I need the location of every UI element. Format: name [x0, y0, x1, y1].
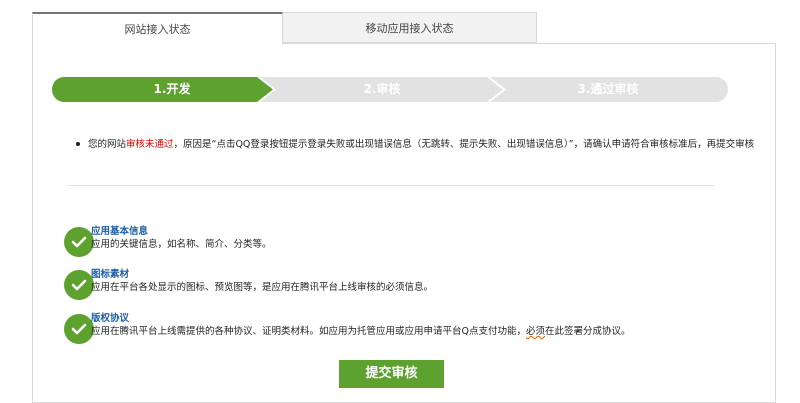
requirement-title[interactable]: 应用基本信息 [91, 223, 148, 237]
check-icon [64, 227, 94, 257]
bullet-icon [76, 141, 80, 146]
requirement-title[interactable]: 版权协议 [91, 310, 129, 324]
requirement-desc: 应用的关键信息，如名称、简介、分类等。 [91, 239, 272, 250]
desc-text: 在此签署分成协议。 [545, 326, 631, 337]
notice-prefix: 您的网站 [88, 139, 127, 150]
step-3-label: 3.通过审核 [577, 82, 639, 96]
requirement-desc: 应用在平台各处显示的图标、预览图等，是应用在腾讯平台上线审核的必须信息。 [91, 282, 434, 293]
step-2-label: 2.审核 [363, 82, 401, 96]
submit-review-button[interactable]: 提交审核 [339, 360, 444, 388]
review-notice: 您的网站审核未通过，原因是“点击QQ登录按钮提示登录失败或出现错误信息（无跳转、… [76, 136, 754, 150]
desc-text: 应用在腾讯平台上线需提供的各种协议、证明类材料。如应用为托管应用或应用申请平台Q… [91, 326, 526, 337]
tab-website-status[interactable]: 网站接入状态 [32, 12, 283, 44]
requirement-title[interactable]: 图标素材 [91, 266, 129, 280]
divider [68, 185, 714, 186]
progress-steps: 1.开发 2.审核 3.通过审核 [52, 77, 728, 102]
check-icon [64, 270, 94, 300]
tab-mobile-app-status[interactable]: 移动应用接入状态 [283, 12, 537, 43]
notice-status: 审核未通过 [126, 139, 174, 150]
notice-reason: ，原因是“点击QQ登录按钮提示登录失败或出现错误信息（无跳转、提示失败、出现错误… [173, 139, 755, 150]
desc-highlight: 必须 [525, 326, 545, 337]
check-icon [64, 314, 94, 344]
step-1-label: 1.开发 [153, 82, 191, 96]
requirement-desc: 应用在腾讯平台上线需提供的各种协议、证明类材料。如应用为托管应用或应用申请平台Q… [91, 323, 631, 337]
tab-bar: 网站接入状态 移动应用接入状态 [32, 12, 537, 44]
